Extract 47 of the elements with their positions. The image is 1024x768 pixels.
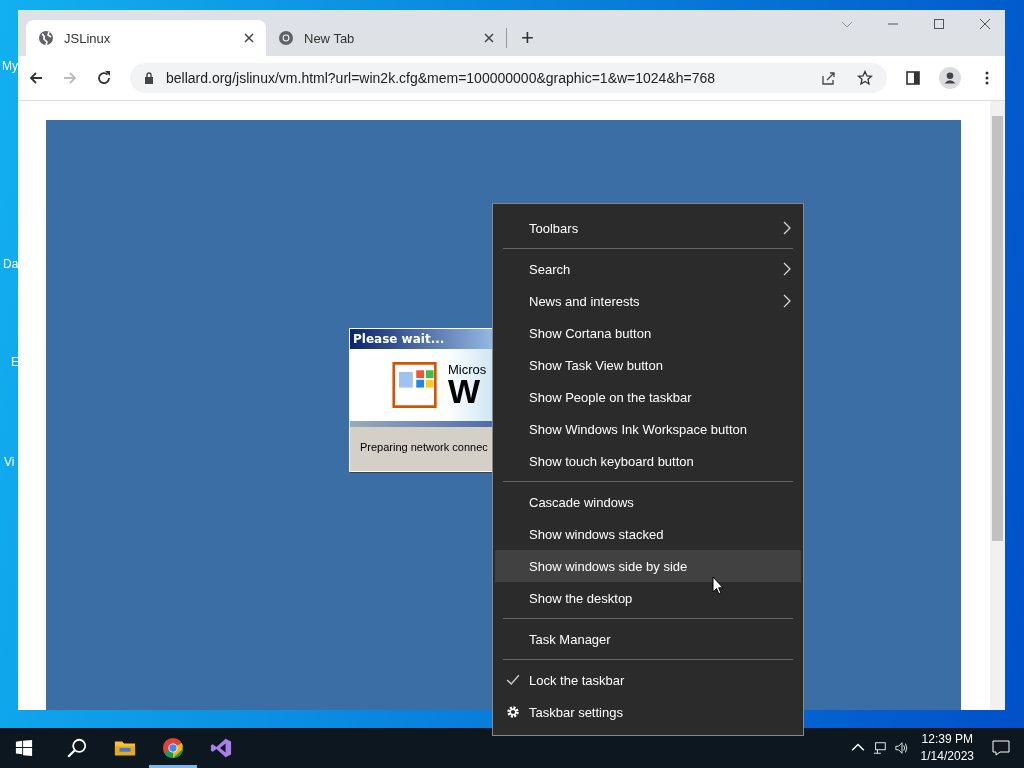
chrome-icon [278, 30, 294, 46]
menu-item[interactable]: Show touch keyboard button [495, 445, 801, 477]
menu-item[interactable]: Show the desktop [495, 582, 801, 614]
search-icon[interactable] [66, 737, 88, 759]
menu-item[interactable]: Show Task View button [495, 349, 801, 381]
new-tab-button[interactable]: + [507, 20, 548, 56]
menu-item[interactable]: Taskbar settings [495, 696, 801, 728]
menu-item[interactable]: Toolbars [495, 212, 801, 244]
close-tab-icon[interactable] [484, 33, 494, 43]
share-icon[interactable] [821, 70, 837, 86]
scrollbar-thumb[interactable] [992, 116, 1003, 541]
browser-tab[interactable]: JSLinux [26, 20, 266, 56]
menu-item[interactable]: Lock the taskbar [495, 664, 801, 696]
menu-item[interactable]: Show windows stacked [495, 518, 801, 550]
settings-icon [506, 705, 520, 719]
menu-item[interactable]: Search [495, 253, 801, 285]
banner-text: Micros [448, 364, 487, 376]
start-icon[interactable] [15, 739, 33, 757]
side-panel-icon[interactable] [905, 70, 921, 86]
visual-studio-icon[interactable] [210, 737, 232, 759]
browser-tab[interactable]: New Tab [266, 20, 506, 56]
checkmark-icon [506, 673, 520, 687]
menu-item[interactable]: Show windows side by side [495, 550, 801, 582]
close-tab-icon[interactable] [244, 33, 254, 43]
maximize-icon[interactable] [933, 18, 945, 30]
menu-item[interactable]: Show Windows Ink Workspace button [495, 413, 801, 445]
status-text: Preparing network connec [359, 440, 489, 455]
menu-item[interactable]: Task Manager [495, 623, 801, 655]
menu-item[interactable]: Cascade windows [495, 486, 801, 518]
network-icon[interactable] [872, 741, 887, 755]
lock-icon [144, 72, 154, 84]
globe-icon [38, 30, 54, 46]
notifications-icon[interactable] [992, 740, 1010, 756]
reload-icon[interactable] [96, 70, 112, 86]
mouse-cursor-icon [712, 576, 724, 595]
clock[interactable]: 12:39 PM 1/14/2023 [920, 731, 974, 765]
scrollbar[interactable] [990, 101, 1005, 710]
address-bar[interactable]: bellard.org/jslinux/vm.html?url=win2k.cfg&mem=100000000&graphic=1&w=1024&h=768 [130, 63, 887, 93]
menu-item[interactable]: Show People on the taskbar [495, 381, 801, 413]
menu-item[interactable]: News and interests [495, 285, 801, 317]
chrome-icon[interactable] [162, 737, 184, 759]
star-icon[interactable] [857, 70, 873, 86]
close-icon[interactable] [979, 18, 991, 30]
back-arrow-icon[interactable] [28, 70, 44, 86]
volume-icon[interactable] [894, 741, 909, 755]
banner-letter: W [448, 376, 481, 406]
profile-avatar-icon[interactable] [939, 67, 961, 89]
